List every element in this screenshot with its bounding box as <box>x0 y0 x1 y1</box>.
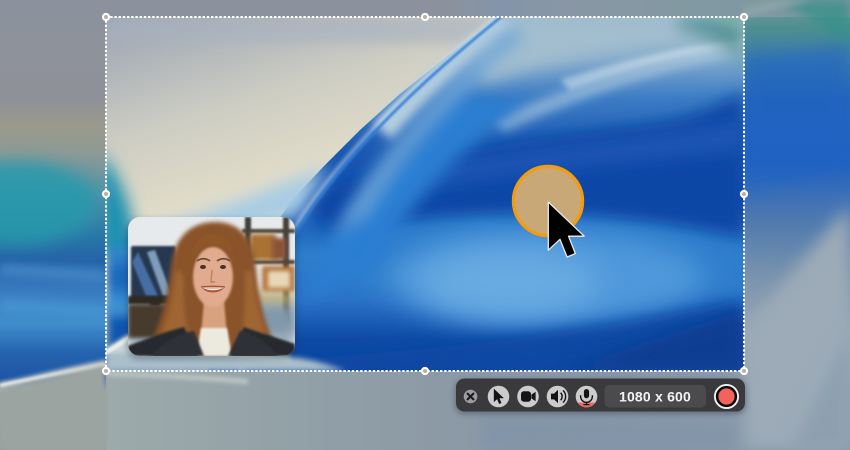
svg-text:1080 x 600: 1080 x 600 <box>619 388 691 404</box>
